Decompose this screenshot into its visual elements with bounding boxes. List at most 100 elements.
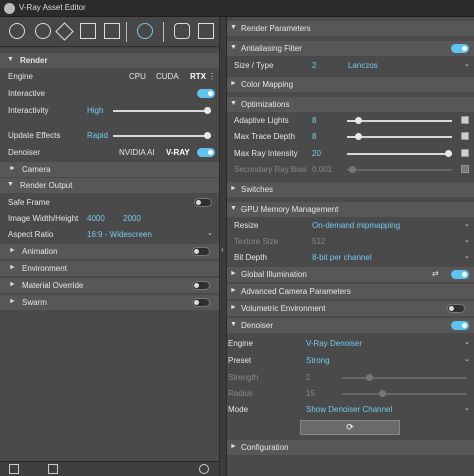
bit-depth-label: Bit Depth — [234, 253, 267, 262]
bit-depth-dropdown[interactable]: 8-bit per channel — [312, 253, 372, 262]
chevron-down-icon[interactable]: ⌄ — [464, 220, 470, 228]
denoiser-preset-dropdown[interactable]: Strong — [306, 356, 330, 365]
materials-icon[interactable] — [55, 22, 74, 41]
denoiser-nvidia[interactable]: NVIDIA AI — [119, 148, 155, 157]
panel-splitter[interactable]: ‹ — [219, 17, 227, 476]
chevron-down-icon[interactable]: ⌄ — [207, 229, 213, 237]
section-swarm[interactable]: ► Swarm — [0, 295, 219, 310]
animation-toggle[interactable] — [192, 247, 210, 256]
section-denoiser[interactable]: ▼ Denoiser — [227, 318, 474, 333]
update-effects-value: Rapid — [87, 131, 108, 140]
open-file-icon[interactable] — [9, 464, 19, 474]
resize-dropdown[interactable]: On-demand mipmapping — [312, 221, 400, 230]
revert-icon[interactable] — [199, 464, 209, 474]
section-render[interactable]: ▼ Render — [0, 53, 219, 68]
render-elements-icon[interactable] — [104, 23, 120, 39]
section-render-output[interactable]: ▼ Render Output — [0, 178, 219, 193]
section-denoiser-label: Denoiser — [241, 321, 274, 330]
save-file-icon[interactable] — [48, 464, 58, 474]
toolbar-separator — [126, 22, 127, 42]
collapse-arrow-icon[interactable]: ‹ — [221, 245, 224, 254]
section-optimizations-label: Optimizations — [241, 100, 290, 109]
geometry-icon[interactable] — [35, 23, 51, 39]
chevron-down-icon[interactable]: ⌄ — [464, 404, 470, 412]
resize-label: Resize — [234, 221, 259, 230]
section-camera[interactable]: ► Camera — [0, 162, 219, 177]
denoiser-engine-dropdown[interactable]: V-Ray Denoiser — [306, 339, 362, 348]
denoiser-radius-row: Radius 15 — [227, 386, 474, 401]
section-environment[interactable]: ► Environment — [0, 261, 219, 276]
caret-down-icon: ▼ — [230, 24, 237, 31]
chevron-down-icon[interactable]: ⌄ — [464, 355, 470, 363]
section-material-override[interactable]: ► Material Override — [0, 278, 219, 293]
safe-frame-label: Safe Frame — [8, 198, 50, 207]
chevron-down-icon[interactable]: ⌄ — [464, 60, 470, 68]
engine-cpu[interactable]: CPU — [129, 72, 146, 81]
section-global-illumination[interactable]: ► Global Illumination ⇄ — [227, 267, 474, 282]
caret-right-icon: ► — [230, 270, 237, 277]
update-effects-slider[interactable] — [113, 132, 211, 139]
section-volumetric[interactable]: ► Volumetric Environment — [227, 301, 474, 316]
max-ray-intensity-value[interactable]: 20 — [312, 149, 321, 158]
denoiser-toggle[interactable] — [197, 148, 215, 157]
max-ray-intensity-checkbox[interactable] — [461, 149, 469, 157]
interactivity-label: Interactivity — [8, 106, 49, 115]
adaptive-lights-value[interactable]: 8 — [312, 116, 316, 125]
image-width-input[interactable]: 4000 — [87, 214, 105, 223]
safe-frame-toggle[interactable] — [194, 198, 212, 207]
denoiser-vray[interactable]: V-RAY — [166, 148, 190, 157]
render-interactive-icon[interactable] — [174, 23, 190, 39]
adaptive-lights-row: Adaptive Lights 8 — [227, 113, 474, 128]
update-effects-row: Update Effects Rapid — [0, 128, 219, 143]
frame-buffer-icon[interactable] — [198, 23, 214, 39]
chevron-down-icon[interactable]: ⌄ — [464, 252, 470, 260]
textures-icon[interactable] — [80, 23, 96, 39]
section-render-parameters[interactable]: ▼ Render Parameters — [227, 21, 474, 36]
chevron-down-icon[interactable]: ⌄ — [464, 338, 470, 346]
caret-down-icon: ▼ — [7, 181, 14, 188]
swarm-toggle[interactable] — [192, 298, 210, 307]
adaptive-lights-checkbox[interactable] — [461, 116, 469, 124]
section-switches[interactable]: ► Switches — [227, 182, 474, 197]
section-animation[interactable]: ► Animation — [0, 244, 219, 259]
interactivity-slider[interactable] — [113, 107, 211, 114]
max-ray-intensity-slider[interactable] — [347, 150, 452, 157]
section-optimizations[interactable]: ▼ Optimizations — [227, 97, 474, 112]
section-switches-label: Switches — [241, 185, 274, 194]
engine-cuda[interactable]: CUDA — [156, 72, 179, 81]
light-icon[interactable] — [9, 23, 25, 39]
antialiasing-toggle[interactable] — [451, 44, 469, 53]
engine-rtx[interactable]: RTX — [190, 72, 206, 81]
caret-right-icon: ► — [9, 281, 16, 288]
right-panel: ▼ Render Parameters ▼ Antialiasing Filte… — [227, 17, 474, 476]
denoiser-section-toggle[interactable] — [451, 321, 469, 330]
material-override-toggle[interactable] — [192, 281, 210, 290]
max-trace-depth-slider[interactable] — [347, 133, 452, 140]
section-configuration[interactable]: ► Configuration — [227, 440, 474, 455]
caret-down-icon: ▼ — [7, 56, 14, 63]
section-color-mapping[interactable]: ► Color Mapping — [227, 77, 474, 92]
aspect-ratio-dropdown[interactable]: 16:9 - Widescreen — [87, 230, 152, 239]
global-illumination-toggle[interactable] — [451, 270, 469, 279]
sliders-icon[interactable]: ⇄ — [432, 269, 439, 278]
aspect-ratio-label: Aspect Ratio — [8, 230, 54, 239]
section-antialiasing[interactable]: ▼ Antialiasing Filter — [227, 41, 474, 56]
aa-type-dropdown[interactable]: Lanczos — [348, 61, 378, 70]
interactive-toggle[interactable] — [197, 89, 215, 98]
section-gpu-memory[interactable]: ▼ GPU Memory Management — [227, 202, 474, 217]
max-trace-depth-value[interactable]: 8 — [312, 132, 316, 141]
adaptive-lights-slider[interactable] — [347, 117, 452, 124]
section-advanced-camera[interactable]: ► Advanced Camera Parameters — [227, 284, 474, 299]
refresh-button[interactable]: ⟳ — [300, 420, 400, 435]
volumetric-toggle[interactable] — [447, 304, 465, 313]
aa-size-input[interactable]: 2 — [312, 61, 316, 70]
image-height-input[interactable]: 2000 — [123, 214, 141, 223]
size-type-row: Size / Type 2 Lanczos ⌄ — [227, 58, 474, 73]
settings-icon[interactable] — [137, 23, 153, 39]
denoiser-mode-dropdown[interactable]: Show Denoiser Channel — [306, 405, 392, 414]
max-trace-depth-checkbox[interactable] — [461, 132, 469, 140]
engine-more-icon[interactable]: ⋮ — [208, 72, 216, 81]
caret-right-icon: ► — [9, 298, 16, 305]
aspect-ratio-row: Aspect Ratio 16:9 - Widescreen ⌄ — [0, 227, 219, 242]
caret-down-icon: ▼ — [230, 100, 237, 107]
